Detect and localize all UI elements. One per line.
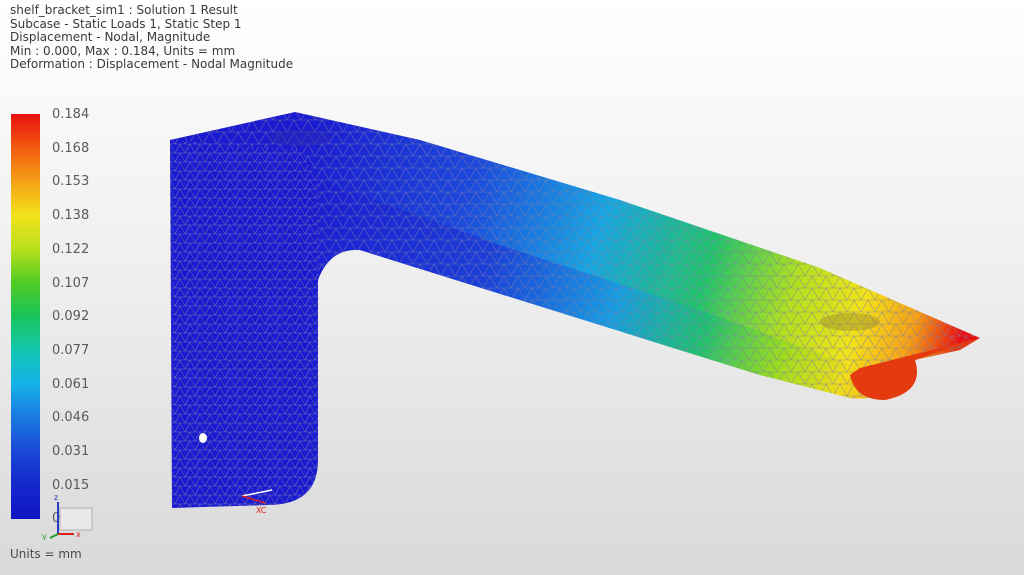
view-triad[interactable]: z x y	[40, 490, 100, 540]
mounting-hole	[199, 433, 207, 443]
triad-y-axis	[49, 533, 59, 539]
mesh-refinement-tip	[820, 313, 880, 331]
triad-z-label: z	[54, 493, 58, 502]
triad-x-label: x	[76, 530, 81, 539]
legend-tick-label: 0.168	[52, 140, 90, 156]
legend-tick-label: 0.107	[52, 275, 90, 291]
legend-tick-label: 0.046	[52, 410, 90, 426]
legend-tick-label: 0.077	[52, 342, 90, 358]
legend-color-bar	[11, 114, 40, 519]
svg-text:XC: XC	[256, 506, 267, 515]
triad-y-label: y	[42, 532, 47, 540]
legend-tick-label: 0.153	[52, 174, 90, 190]
legend-tick-label: 0.122	[52, 241, 90, 257]
legend-tick-label: 0.138	[52, 208, 90, 224]
model-viewport[interactable]: XC	[0, 0, 1024, 575]
legend-tick-label: 0.184	[52, 107, 90, 122]
legend-tick-label: 0.061	[52, 376, 90, 392]
legend-tick-label: 0.092	[52, 309, 90, 325]
legend-units: Units = mm	[10, 547, 82, 561]
triad-cube	[59, 507, 93, 531]
mesh-refinement-top	[268, 130, 332, 146]
legend-tick-label: 0.031	[52, 444, 90, 459]
